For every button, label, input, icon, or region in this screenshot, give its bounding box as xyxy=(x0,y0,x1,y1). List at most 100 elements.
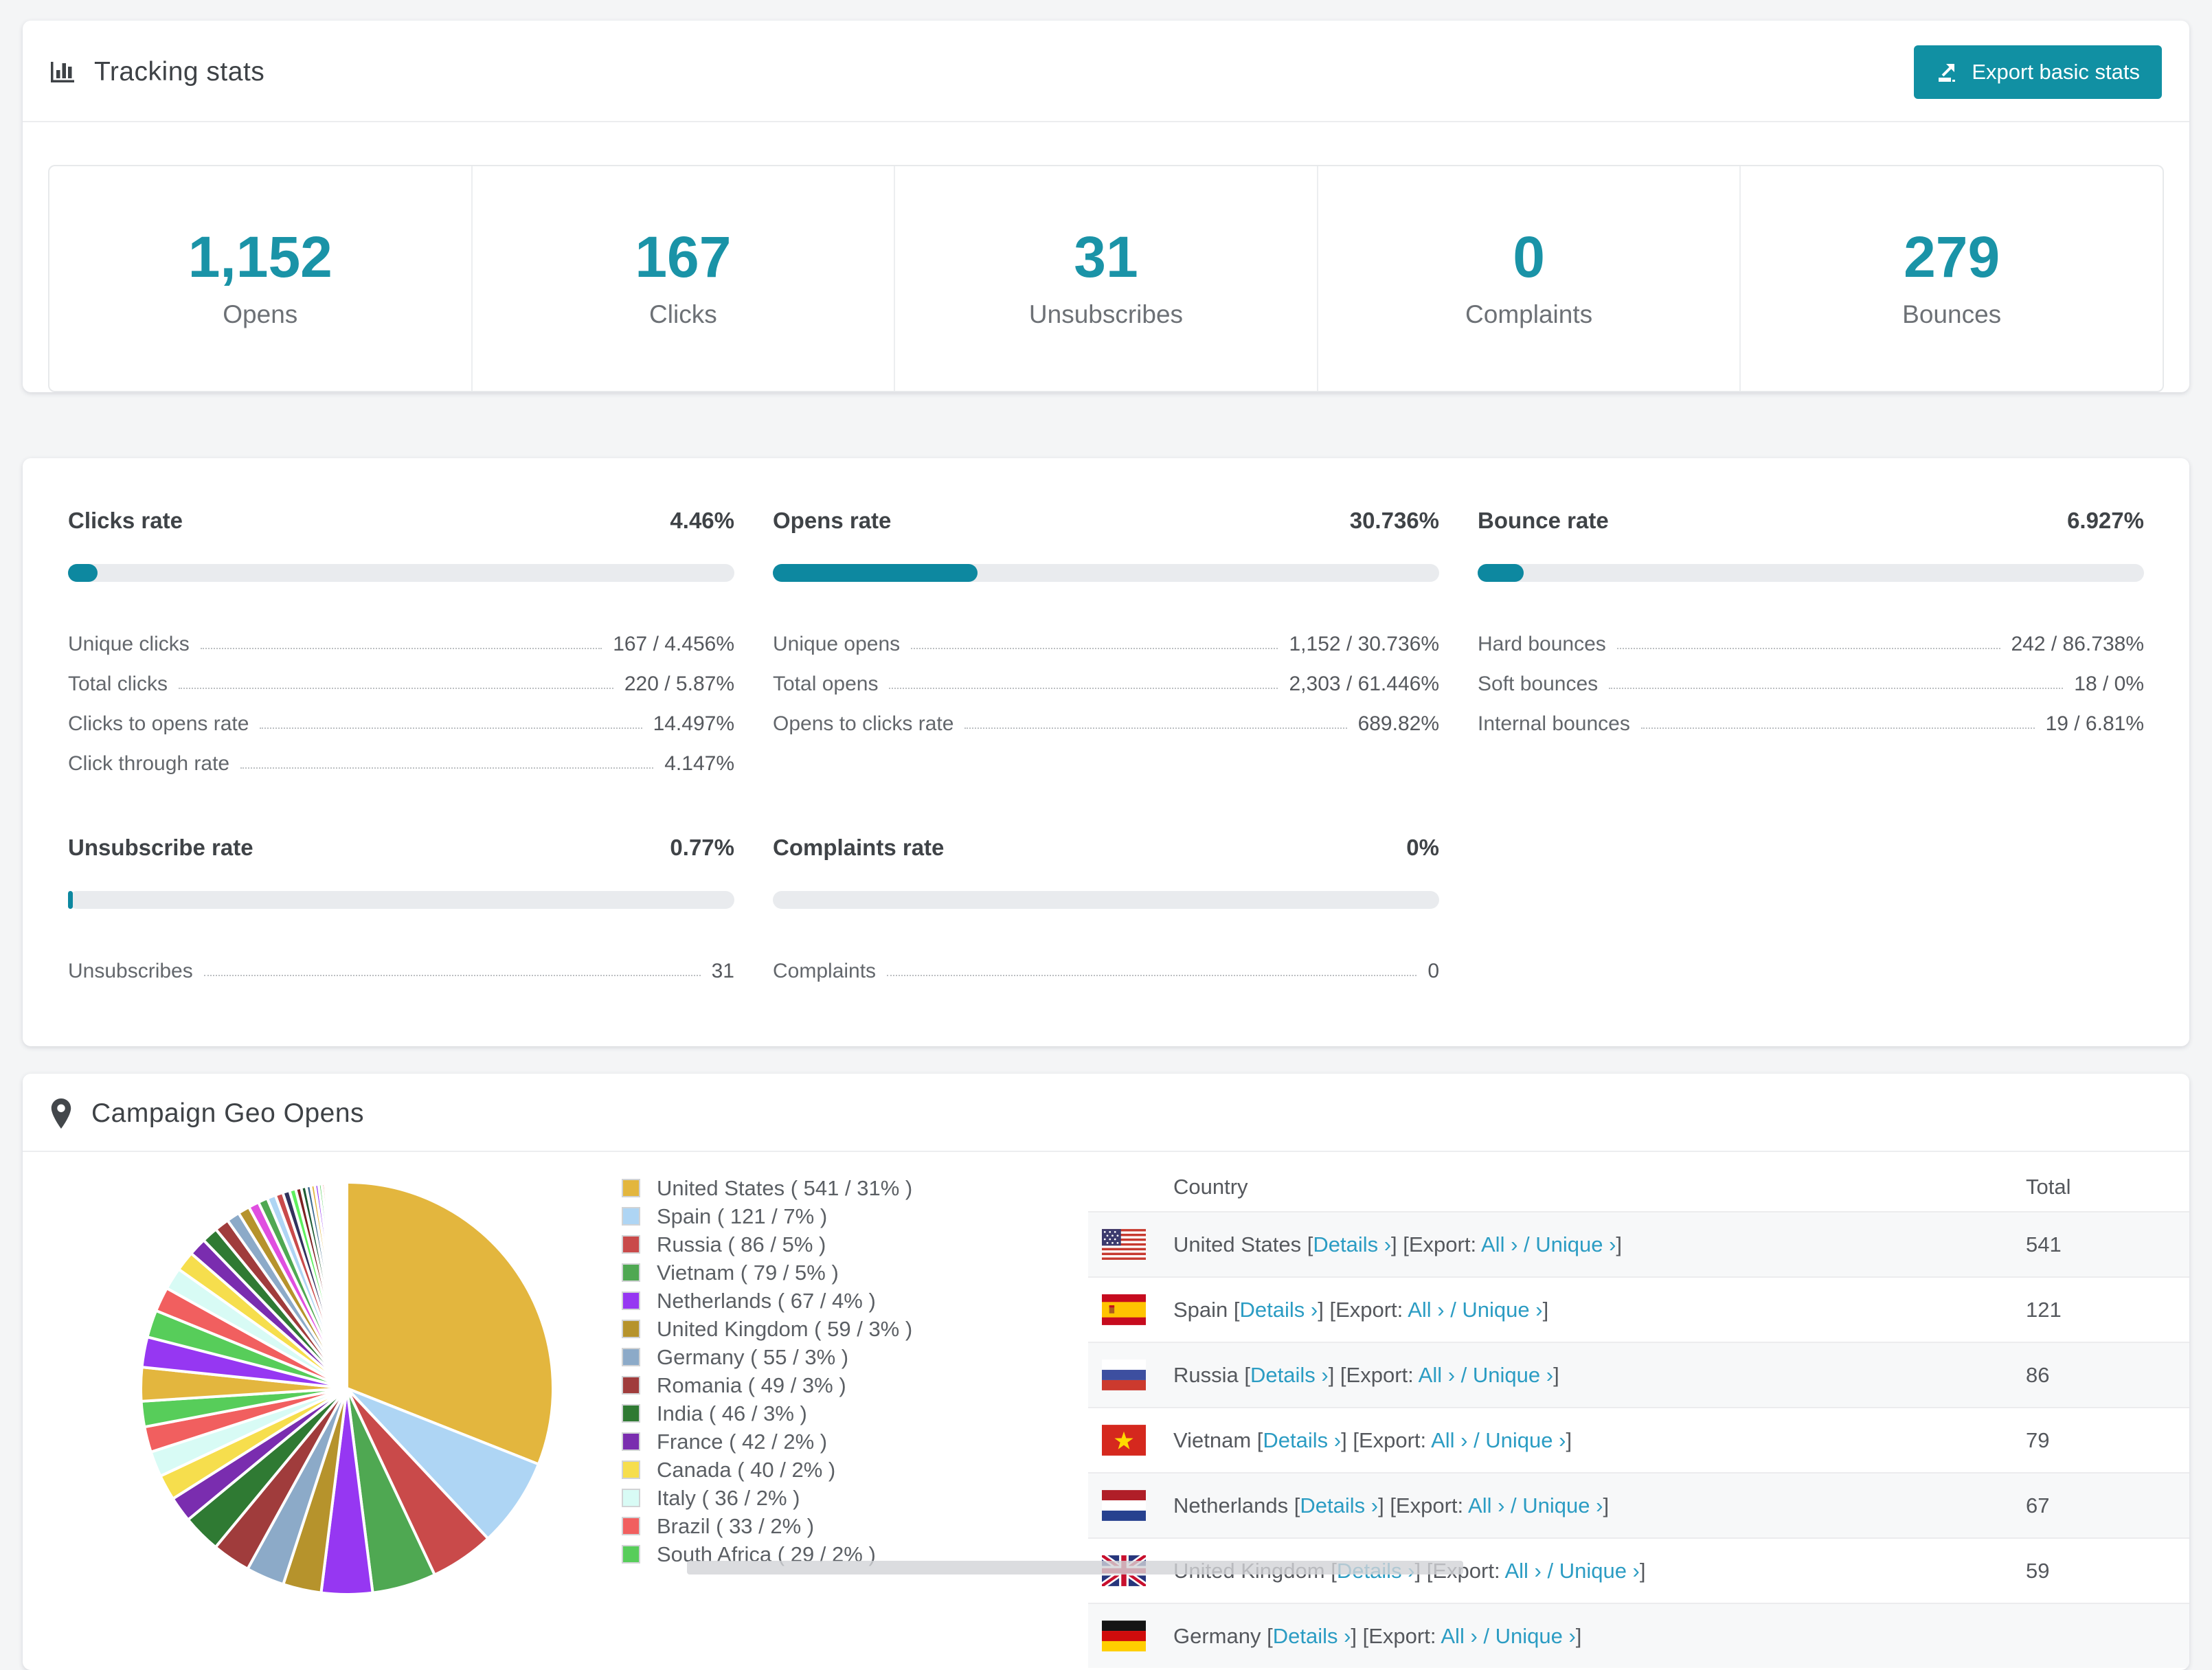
export-unique-link[interactable]: Unique › xyxy=(1535,1232,1616,1256)
legend-label: India ( 46 / 3% ) xyxy=(657,1401,807,1425)
country-total: 121 xyxy=(2026,1297,2062,1322)
dotted-leader xyxy=(964,727,1347,729)
export-unique-link[interactable]: Unique › xyxy=(1559,1559,1640,1583)
details-link[interactable]: Details › xyxy=(1313,1232,1391,1256)
rate-row-hard-bounces: Hard bounces 242 / 86.738% xyxy=(1478,633,2144,655)
flag-icon-nl xyxy=(1102,1490,1146,1521)
export-unique-link[interactable]: Unique › xyxy=(1522,1493,1603,1517)
geo-row-spain: Spain [Details ›] [Export: All › / Uniqu… xyxy=(1088,1276,2189,1342)
country-total: 86 xyxy=(2026,1362,2050,1387)
export-all-link[interactable]: All › xyxy=(1419,1363,1455,1387)
country-total: 541 xyxy=(2026,1232,2062,1256)
details-link[interactable]: Details › xyxy=(1273,1624,1351,1648)
dotted-leader xyxy=(1616,648,2000,649)
legend-swatch xyxy=(622,1263,640,1282)
legend-label: Brazil ( 33 / 2% ) xyxy=(657,1513,815,1538)
details-link[interactable]: Details › xyxy=(1300,1493,1378,1517)
export-all-link[interactable]: All › xyxy=(1431,1428,1467,1452)
column-header-country: Country xyxy=(1173,1175,1248,1199)
rate-block-unsubscribe-rate: Unsubscribe rate 0.77% Unsubscribes 31 xyxy=(68,835,734,983)
rate-row-total-clicks: Total clicks 220 / 5.87% xyxy=(68,673,734,695)
rate-title: Opens rate xyxy=(773,508,892,533)
export-unique-link[interactable]: Unique › xyxy=(1462,1298,1542,1322)
stat-value: 167 xyxy=(635,225,732,289)
progress-track xyxy=(773,891,1439,909)
legend-item-romania: Romania ( 49 / 3% ) xyxy=(622,1371,1065,1399)
rate-row-unsubscribes: Unsubscribes 31 xyxy=(68,960,734,982)
details-link[interactable]: Details › xyxy=(1250,1363,1329,1387)
legend-label: Germany ( 55 / 3% ) xyxy=(657,1344,849,1369)
country-name: Germany xyxy=(1173,1623,1261,1648)
map-pin-icon xyxy=(49,1098,74,1129)
country-name: United States xyxy=(1173,1232,1302,1256)
legend-swatch xyxy=(622,1179,640,1197)
details-link[interactable]: Details › xyxy=(1263,1428,1341,1452)
legend-swatch xyxy=(622,1235,640,1254)
export-all-link[interactable]: All › xyxy=(1408,1298,1444,1322)
legend-swatch xyxy=(622,1517,640,1535)
legend-item-united-states: United States ( 541 / 31% ) xyxy=(622,1174,1065,1202)
page-title: Tracking stats xyxy=(94,57,265,87)
dotted-leader xyxy=(179,688,613,689)
legend-item-india: India ( 46 / 3% ) xyxy=(622,1399,1065,1428)
rate-row-unique-clicks: Unique clicks 167 / 4.456% xyxy=(68,633,734,655)
rate-value: 4.46% xyxy=(670,508,734,533)
export-all-link[interactable]: All › xyxy=(1481,1232,1517,1256)
flag-icon-es xyxy=(1102,1294,1146,1325)
dotted-leader xyxy=(889,688,1278,689)
geo-pie-wrap xyxy=(68,1163,622,1670)
legend-item-russia: Russia ( 86 / 5% ) xyxy=(622,1230,1065,1259)
legend-swatch xyxy=(622,1545,640,1564)
export-all-link[interactable]: All › xyxy=(1504,1559,1541,1583)
flag-icon-ru xyxy=(1102,1359,1146,1390)
stat-value: 1,152 xyxy=(188,225,332,289)
legend-item-france: France ( 42 / 2% ) xyxy=(622,1428,1065,1456)
dotted-leader xyxy=(1640,727,2035,729)
export-unique-link[interactable]: Unique › xyxy=(1496,1624,1576,1648)
stat-label: Complaints xyxy=(1465,300,1593,328)
export-icon xyxy=(1936,60,1959,84)
rate-title: Complaints rate xyxy=(773,835,945,860)
stat-card-complaints: 0 Complaints xyxy=(1316,166,1740,391)
rate-row-total-opens: Total opens 2,303 / 61.446% xyxy=(773,673,1439,695)
geo-opens-table: Country Total United States [Details ›] [… xyxy=(1088,1163,2189,1670)
export-button-label: Export basic stats xyxy=(1972,60,2140,84)
export-unique-link[interactable]: Unique › xyxy=(1485,1428,1566,1452)
rate-value: 0.77% xyxy=(670,835,734,860)
rate-title: Unsubscribe rate xyxy=(68,835,253,860)
geo-title-group: Campaign Geo Opens xyxy=(49,1098,364,1129)
tracking-stats-card: Tracking stats Export basic stats 1,152 O… xyxy=(23,21,2189,392)
export-all-link[interactable]: All › xyxy=(1441,1624,1477,1648)
legend-swatch xyxy=(622,1376,640,1395)
legend-item-germany: Germany ( 55 / 3% ) xyxy=(622,1343,1065,1371)
legend-label: United Kingdom ( 59 / 3% ) xyxy=(657,1316,913,1341)
legend-swatch xyxy=(622,1320,640,1338)
legend-swatch xyxy=(622,1348,640,1366)
column-header-total: Total xyxy=(2026,1175,2071,1199)
stat-value: 31 xyxy=(1074,225,1138,289)
legend-item-united-kingdom: United Kingdom ( 59 / 3% ) xyxy=(622,1315,1065,1343)
campaign-geo-opens-card: Campaign Geo Opens United States ( 541 /… xyxy=(23,1074,2189,1670)
country-name: Vietnam xyxy=(1173,1428,1252,1452)
horizontal-scrollbar[interactable] xyxy=(687,1561,1463,1575)
rates-card: Clicks rate 4.46% Unique clicks 167 / 4.456… xyxy=(23,458,2189,1046)
legend-label: Netherlands ( 67 / 4% ) xyxy=(657,1288,876,1313)
country-total: 79 xyxy=(2026,1428,2050,1452)
details-link[interactable]: Details › xyxy=(1240,1298,1318,1322)
rate-row-complaints: Complaints 0 xyxy=(773,960,1439,982)
export-all-link[interactable]: All › xyxy=(1468,1493,1504,1517)
rate-value: 30.736% xyxy=(1349,508,1439,533)
export-unique-link[interactable]: Unique › xyxy=(1473,1363,1553,1387)
legend-item-italy: Italy ( 36 / 2% ) xyxy=(622,1484,1065,1512)
dotted-leader xyxy=(200,648,602,649)
country-name: Spain xyxy=(1173,1297,1228,1322)
geo-pie-legend: United States ( 541 / 31% ) Spain ( 121 /… xyxy=(622,1163,1065,1670)
legend-swatch xyxy=(622,1489,640,1507)
geo-row-vietnam: Vietnam [Details ›] [Export: All › / Uni… xyxy=(1088,1407,2189,1472)
export-basic-stats-button[interactable]: Export basic stats xyxy=(1914,45,2162,99)
legend-item-spain: Spain ( 121 / 7% ) xyxy=(622,1202,1065,1230)
stat-label: Clicks xyxy=(649,300,717,328)
country-name: Netherlands xyxy=(1173,1493,1289,1517)
legend-swatch xyxy=(622,1432,640,1451)
dotted-leader xyxy=(911,648,1278,649)
